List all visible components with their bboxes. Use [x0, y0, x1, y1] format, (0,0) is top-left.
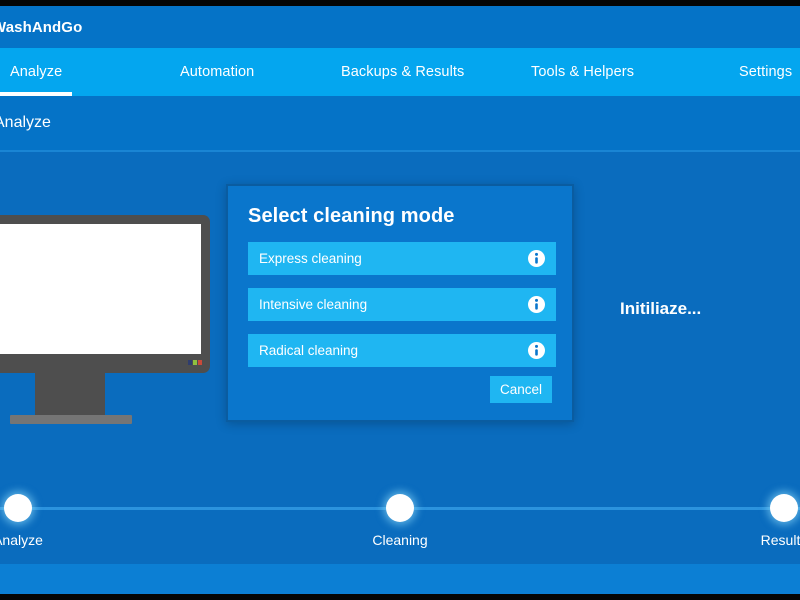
nav-tab-label: Tools & Helpers	[531, 64, 635, 80]
nav-tab-label: Analyze	[10, 64, 63, 80]
monitor-stand-base	[10, 415, 132, 424]
app-title: WashAndGo	[0, 18, 83, 36]
cancel-button[interactable]: Cancel	[490, 376, 552, 403]
progress-step-dot	[770, 494, 798, 522]
page-header: Analyze	[0, 96, 800, 150]
nav-tab-backups-results[interactable]: Backups & Results	[341, 48, 464, 96]
cleaning-mode-label: Express cleaning	[259, 251, 362, 266]
nav-tab-label: Settings	[739, 64, 793, 80]
cleaning-mode-option[interactable]: Express cleaning	[248, 242, 556, 275]
progress-step-label: Analyze	[0, 532, 43, 548]
cleaning-mode-label: Radical cleaning	[259, 343, 359, 358]
cleaning-mode-option[interactable]: Intensive cleaning	[248, 288, 556, 321]
nav-tab-label: Automation	[180, 64, 255, 80]
nav-tab-automation[interactable]: Automation	[180, 48, 254, 96]
monitor-screen	[0, 224, 201, 354]
progress-step-cleaning[interactable]: Cleaning	[340, 490, 460, 548]
monitor-bezel	[0, 215, 210, 373]
nav-tab-label: Backups & Results	[341, 64, 465, 80]
title-bar: WashAndGo	[0, 6, 800, 48]
main-navigation[interactable]: Analyze Automation Backups & Results Tools …	[0, 48, 800, 96]
info-icon[interactable]	[528, 250, 545, 267]
monitor-stand-neck	[35, 373, 105, 415]
info-icon[interactable]	[528, 296, 545, 313]
nav-tab-settings[interactable]: Settings	[739, 48, 792, 96]
progress-step-analyze[interactable]: Analyze	[0, 490, 78, 548]
monitor-led-indicator	[188, 360, 192, 365]
cancel-button-label: Cancel	[499, 382, 543, 397]
progress-steps: Analyze Cleaning Results	[0, 490, 800, 564]
cleaning-mode-dialog: Select cleaning mode Express cleaning Int…	[226, 184, 574, 422]
nav-tab-tools-helpers[interactable]: Tools & Helpers	[531, 48, 634, 96]
status-text: Initiliaze...	[620, 299, 702, 318]
progress-step-dot	[4, 494, 32, 522]
breadcrumb: Analyze	[0, 114, 51, 131]
cleaning-mode-option[interactable]: Radical cleaning	[248, 334, 556, 367]
main-content: Initiliaze... Select cleaning mode Expre…	[0, 152, 800, 564]
footer-strip	[0, 564, 800, 594]
dialog-title: Select cleaning mode	[248, 205, 455, 227]
monitor-led-indicator	[198, 360, 202, 365]
progress-step-label: Results	[760, 532, 800, 548]
app-window: WashAndGo Analyze Automation Backups & Res…	[0, 0, 800, 600]
progress-step-dot	[386, 494, 414, 522]
window-bottom-edge	[0, 594, 800, 600]
cleaning-mode-list: Express cleaning Intensive cleaning Radica…	[248, 242, 556, 380]
cleaning-mode-label: Intensive cleaning	[259, 297, 368, 312]
progress-step-label: Cleaning	[372, 532, 428, 548]
progress-step-results[interactable]: Results	[724, 490, 800, 548]
nav-tab-analyze[interactable]: Analyze	[10, 48, 62, 96]
monitor-led-indicator	[193, 360, 197, 365]
info-icon[interactable]	[528, 342, 545, 359]
